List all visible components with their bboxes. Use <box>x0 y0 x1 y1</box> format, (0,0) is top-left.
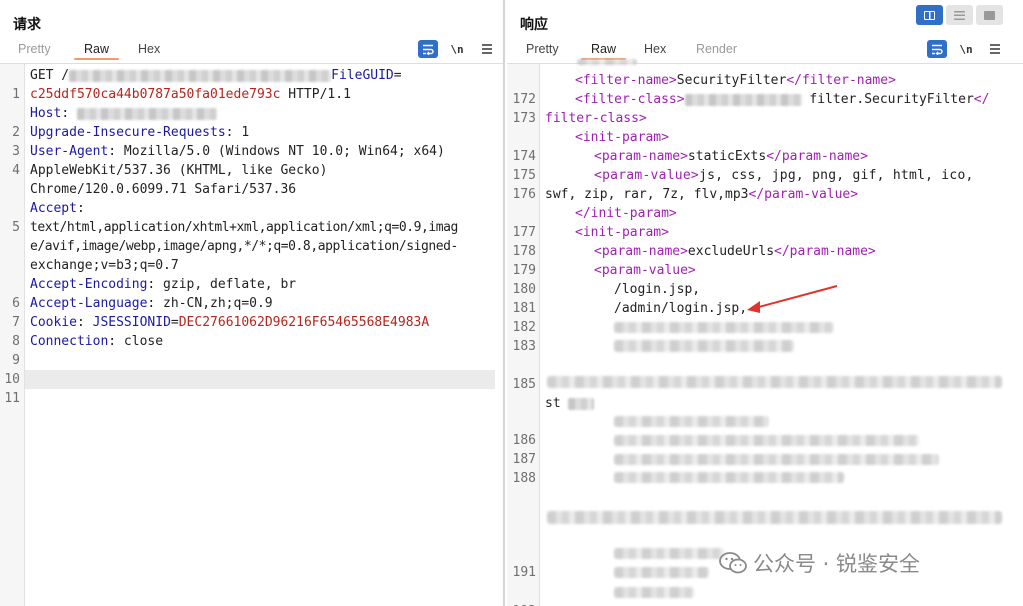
hamburger-menu-icon[interactable] <box>985 40 1005 58</box>
hamburger-menu-icon[interactable] <box>477 40 497 58</box>
code-line: 6 Accept-Encoding: gzip, deflate, br <box>12 277 297 311</box>
tab-raw[interactable]: Raw <box>73 42 120 60</box>
code-line: 180 <param-value> <box>512 263 696 297</box>
code-line: filter-class> <box>545 111 647 126</box>
code-line: 193 <box>507 583 1023 606</box>
response-pane: 响应 Pretty Raw Hex Render \n 172 <filter-… <box>507 0 1023 606</box>
code-line: 176 <param-value>js, css, jpg, png, gif,… <box>512 168 974 202</box>
tab-hex[interactable]: Hex <box>138 42 160 56</box>
tab-raw[interactable]: Raw <box>580 42 627 60</box>
split-horizontal-icon[interactable] <box>916 5 943 25</box>
response-tabs: Pretty Raw Hex Render <box>507 42 807 62</box>
wechat-icon <box>719 552 747 574</box>
tab-render[interactable]: Render <box>696 42 737 56</box>
code-line: st <box>507 394 1023 413</box>
tab-pretty[interactable]: Pretty <box>18 42 51 56</box>
code-line: AppleWebKit/537.36 (KHTML, like Gecko) <box>30 163 328 178</box>
watermark: 公众号 · 锐鉴安全 <box>719 548 920 578</box>
newline-toggle-button[interactable]: \n <box>447 40 467 58</box>
tab-hex[interactable]: Hex <box>644 42 666 56</box>
request-title: 请求 <box>13 17 41 33</box>
code-line: 174 <init-param> <box>512 130 669 164</box>
code-line: 7 Accept-Language: zh-CN,zh;q=0.9 <box>12 296 273 330</box>
code-line: 177 </init-param> <box>512 206 677 240</box>
code-line: 5 Accept: <box>12 201 85 235</box>
annotation-arrow-icon <box>747 285 838 313</box>
code-line: 173 <filter-class> filter.SecurityFilter… <box>512 92 990 126</box>
code-line: swf, zip, rar, 7z, flv,mp3</param-value> <box>545 187 859 202</box>
request-pane: 请求 Pretty Raw Hex \n 1 GET / FileGUID= c2… <box>0 0 505 606</box>
code-line: 172 <filter-name>SecurityFilter</filter-… <box>512 73 896 107</box>
response-title: 响应 <box>520 17 548 33</box>
split-vertical-icon[interactable] <box>946 5 973 25</box>
code-line: 3 Upgrade-Insecure-Requests: 1 <box>12 125 250 159</box>
code-line: 178 <init-param> <box>512 225 669 259</box>
layout-toggle <box>916 5 1004 25</box>
code-line: 175 <param-name>staticExts</param-name> <box>512 149 868 183</box>
code-line: 2 Host: <box>0 104 503 140</box>
wrap-icon[interactable] <box>418 40 438 58</box>
tab-pretty[interactable]: Pretty <box>526 42 559 56</box>
request-toolbar-divider <box>0 63 503 64</box>
wrap-icon[interactable] <box>927 40 947 58</box>
code-line: 179 <param-name>excludeUrls</param-name> <box>512 244 876 278</box>
code-line: 8 Cookie: JSESSIONID=DEC27661062D96216F6… <box>12 315 430 349</box>
code-line: 1 GET / FileGUID= <box>12 68 402 102</box>
request-tabs: Pretty Raw Hex <box>0 42 300 62</box>
code-line: e/avif,image/webp,image/apng,*/*;q=0.8,a… <box>30 239 458 254</box>
code-line: c25ddf570ca44b0787a50fa01ede793c HTTP/1.… <box>30 87 351 102</box>
code-line: Chrome/120.0.6099.71 Safari/537.36 <box>30 182 297 197</box>
code-line: 10 <box>4 372 20 387</box>
code-line: 9 Connection: close <box>12 334 164 368</box>
newline-toggle-button[interactable]: \n <box>956 40 976 58</box>
code-line: 185 <box>512 377 536 392</box>
code-line: exchange;v=b3;q=0.7 <box>30 258 179 273</box>
code-line: 11 <box>4 391 20 406</box>
code-line: 4 User-Agent: Mozilla/5.0 (Windows NT 10… <box>12 144 445 178</box>
code-line: text/html,application/xhtml+xml,applicat… <box>30 220 458 235</box>
watermark-text: 公众号 · 锐鉴安全 <box>753 552 921 576</box>
single-pane-icon[interactable] <box>976 5 1003 25</box>
